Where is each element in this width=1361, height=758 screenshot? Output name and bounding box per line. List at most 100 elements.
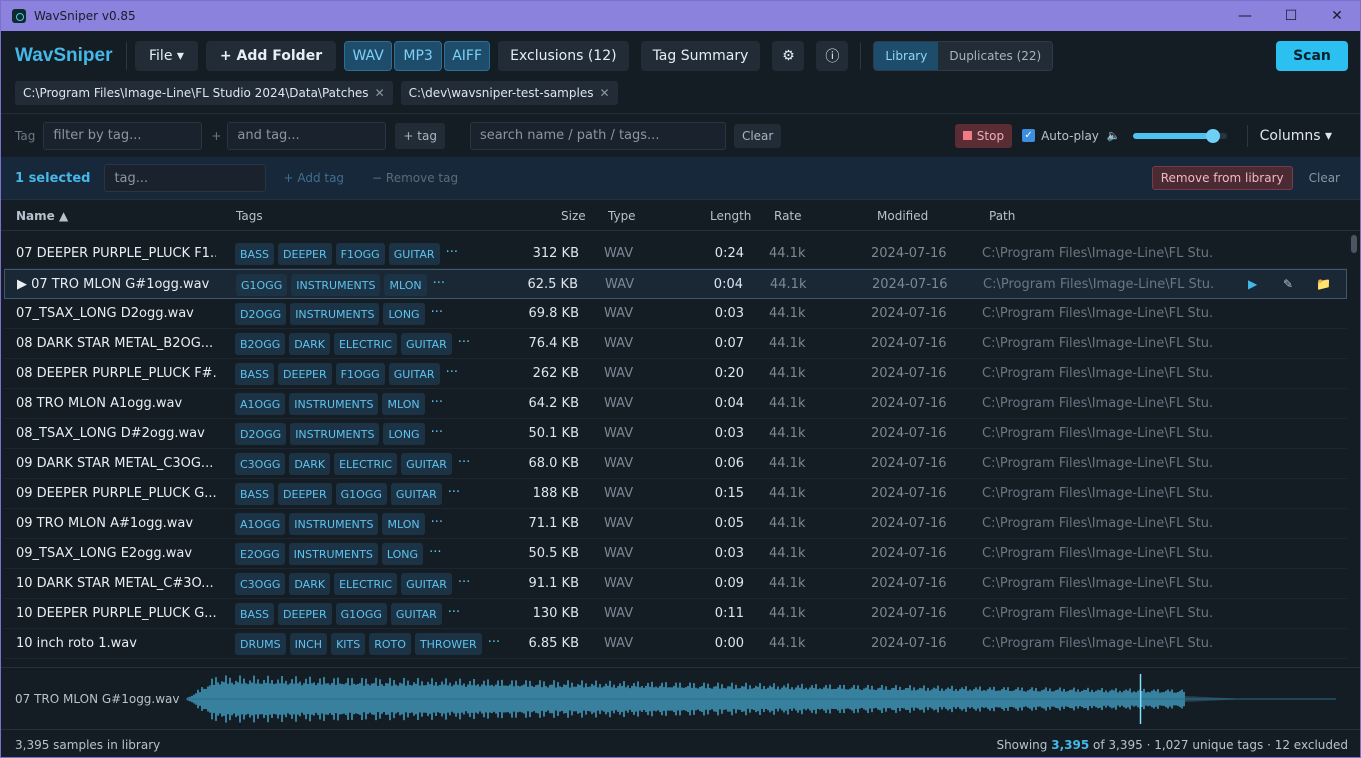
tag-chip[interactable]: GUITAR bbox=[401, 573, 452, 595]
tag-chip[interactable]: GUITAR bbox=[401, 453, 452, 475]
tag-chip[interactable]: GUITAR bbox=[388, 243, 440, 265]
add-tag-button[interactable]: + Add tag bbox=[283, 171, 344, 185]
tag-chip[interactable]: ELECTRIC bbox=[333, 333, 397, 355]
play-icon[interactable]: ▶ bbox=[1248, 277, 1257, 291]
tag-chip[interactable]: INSTRUMENTS bbox=[290, 423, 380, 445]
format-wav-toggle[interactable]: WAV bbox=[344, 41, 393, 71]
tag-chip[interactable]: G1OGG bbox=[236, 274, 288, 296]
more-tags-icon[interactable]: ··· bbox=[458, 573, 470, 595]
tag-chip[interactable]: BASS bbox=[235, 603, 275, 625]
tag-chip[interactable]: INSTRUMENTS bbox=[289, 513, 379, 535]
tag-chip[interactable]: D2OGG bbox=[235, 303, 287, 325]
selection-tag-input[interactable]: tag... bbox=[104, 164, 267, 192]
scroll-thumb[interactable] bbox=[1351, 235, 1357, 253]
tag-summary-button[interactable]: Tag Summary bbox=[640, 41, 761, 71]
tag-chip[interactable]: E2OGG bbox=[235, 543, 285, 565]
folder-icon[interactable]: 📁 bbox=[1316, 277, 1331, 291]
tag-chip[interactable]: DEEPER bbox=[278, 483, 332, 505]
tag-chip[interactable]: C3OGG bbox=[235, 453, 286, 475]
table-row[interactable]: 10 DEEPER PURPLE_PLUCK G... BASS DEEPER G1O… bbox=[4, 599, 1347, 629]
remove-folder-icon[interactable]: ✕ bbox=[599, 86, 609, 100]
tag-chip[interactable]: GUITAR bbox=[390, 603, 442, 625]
column-rate-header[interactable]: Rate bbox=[774, 209, 802, 223]
tag-chip[interactable]: LONG bbox=[383, 303, 425, 325]
tag-chip[interactable]: MLON bbox=[382, 513, 425, 535]
tag-chip[interactable]: INSTRUMENTS bbox=[291, 274, 381, 296]
tag-chip[interactable]: DRUMS bbox=[235, 633, 286, 655]
tag-chip[interactable]: DEEPER bbox=[278, 243, 332, 265]
exclusions-button[interactable]: Exclusions (12) bbox=[498, 41, 629, 71]
tag-chip[interactable]: C3OGG bbox=[235, 573, 286, 595]
tag-chip[interactable]: BASS bbox=[235, 243, 275, 265]
more-tags-icon[interactable]: ··· bbox=[431, 513, 443, 535]
edit-icon[interactable]: ✎ bbox=[1283, 277, 1293, 291]
settings-gear-icon[interactable]: ⚙ bbox=[772, 41, 805, 71]
column-tags-header[interactable]: Tags bbox=[236, 209, 263, 223]
close-button[interactable]: ✕ bbox=[1314, 1, 1360, 31]
more-tags-icon[interactable]: ··· bbox=[429, 543, 441, 565]
clear-selection-button[interactable]: Clear bbox=[1301, 166, 1348, 190]
tag-chip[interactable]: GUITAR bbox=[400, 333, 452, 355]
table-row[interactable]: 10 DARK STAR METAL_C#3O... C3OGG DARK ELECT… bbox=[4, 569, 1347, 599]
remove-tag-button[interactable]: − Remove tag bbox=[372, 171, 458, 185]
tag-chip[interactable]: LONG bbox=[383, 423, 425, 445]
column-length-header[interactable]: Length bbox=[710, 209, 751, 223]
table-row[interactable]: 08_TSAX_LONG D#2ogg.wav D2OGG INSTRUMENTS L… bbox=[4, 419, 1347, 449]
format-aiff-toggle[interactable]: AIFF bbox=[444, 41, 491, 71]
table-row[interactable]: 07_TSAX_LONG D2ogg.wav D2OGG INSTRUMENTS LO… bbox=[4, 299, 1347, 329]
volume-knob[interactable] bbox=[1205, 128, 1220, 143]
tag-chip[interactable]: GUITAR bbox=[390, 483, 442, 505]
volume-slider[interactable] bbox=[1132, 128, 1227, 143]
column-size-header[interactable]: Size bbox=[561, 209, 586, 223]
remove-from-library-button[interactable]: Remove from library bbox=[1151, 166, 1293, 190]
tag-chip[interactable]: BASS bbox=[235, 483, 275, 505]
table-row[interactable]: 09 DARK STAR METAL_C3OG... C3OGG DARK ELECT… bbox=[4, 449, 1347, 479]
tag-chip[interactable]: ELECTRIC bbox=[334, 453, 398, 475]
columns-menu-button[interactable]: Columns ▾ bbox=[1260, 128, 1332, 144]
folder-chip[interactable]: C:\dev\wavsniper-test-samples ✕ bbox=[400, 81, 618, 105]
add-tag-filter-button[interactable]: + tag bbox=[395, 122, 445, 149]
add-folder-button[interactable]: + Add Folder bbox=[205, 41, 337, 71]
search-input[interactable]: search name / path / tags... bbox=[469, 121, 726, 150]
tag-chip[interactable]: A1OGG bbox=[235, 393, 286, 415]
tag-chip[interactable]: F1OGG bbox=[335, 243, 385, 265]
tag-chip[interactable]: ELECTRIC bbox=[334, 573, 398, 595]
library-view-tab[interactable]: Library bbox=[874, 42, 939, 70]
more-tags-icon[interactable]: ··· bbox=[458, 453, 470, 475]
more-tags-icon[interactable]: ··· bbox=[433, 274, 445, 296]
tag-chip[interactable]: DARK bbox=[289, 333, 330, 355]
table-row[interactable]: 09 TRO MLON A#1ogg.wav A1OGG INSTRUMENTS ML… bbox=[4, 509, 1347, 539]
column-modified-header[interactable]: Modified bbox=[877, 209, 928, 223]
tag-chip[interactable]: B2OGG bbox=[235, 333, 286, 355]
tag-chip[interactable]: INSTRUMENTS bbox=[289, 393, 379, 415]
scan-button[interactable]: Scan bbox=[1276, 41, 1348, 71]
format-mp3-toggle[interactable]: MP3 bbox=[394, 41, 443, 71]
more-tags-icon[interactable]: ··· bbox=[488, 633, 500, 655]
tag-chip[interactable]: F1OGG bbox=[335, 363, 385, 385]
more-tags-icon[interactable]: ··· bbox=[431, 393, 443, 415]
more-tags-icon[interactable]: ··· bbox=[446, 363, 458, 385]
more-tags-icon[interactable]: ··· bbox=[431, 303, 443, 325]
tag-filter-input[interactable]: filter by tag... bbox=[43, 121, 203, 150]
more-tags-icon[interactable]: ··· bbox=[448, 483, 460, 505]
tag-chip[interactable]: ROTO bbox=[369, 633, 411, 655]
table-row[interactable]: 09_TSAX_LONG E2ogg.wav E2OGG INSTRUMENTS LO… bbox=[4, 539, 1347, 569]
table-row[interactable]: 08 TRO MLON A1ogg.wav A1OGG INSTRUMENTS MLO… bbox=[4, 389, 1347, 419]
table-scrollbar[interactable] bbox=[1349, 231, 1359, 667]
tag-chip[interactable]: DARK bbox=[289, 573, 331, 595]
table-row[interactable]: 10 inch roto 1.wav DRUMS INCH KITS ROTO THROW… bbox=[4, 629, 1347, 659]
stop-button[interactable]: Stop bbox=[954, 123, 1013, 148]
waveform-display[interactable] bbox=[186, 668, 1346, 730]
tag-chip[interactable]: INSTRUMENTS bbox=[288, 543, 378, 565]
maximize-button[interactable]: ☐ bbox=[1268, 1, 1314, 31]
remove-folder-icon[interactable]: ✕ bbox=[375, 86, 385, 100]
tag-chip[interactable]: MLON bbox=[382, 393, 425, 415]
table-row[interactable]: 08 DEEPER PURPLE_PLUCK F#... BASS DEEPER F1… bbox=[4, 359, 1347, 389]
tag-chip[interactable]: DEEPER bbox=[278, 363, 332, 385]
tag-chip[interactable]: G1OGG bbox=[335, 483, 387, 505]
duplicates-view-tab[interactable]: Duplicates (22) bbox=[938, 42, 1052, 70]
tag-chip[interactable]: MLON bbox=[384, 274, 427, 296]
minimize-button[interactable]: — bbox=[1222, 1, 1268, 31]
more-tags-icon[interactable]: ··· bbox=[431, 423, 443, 445]
more-tags-icon[interactable]: ··· bbox=[448, 603, 460, 625]
